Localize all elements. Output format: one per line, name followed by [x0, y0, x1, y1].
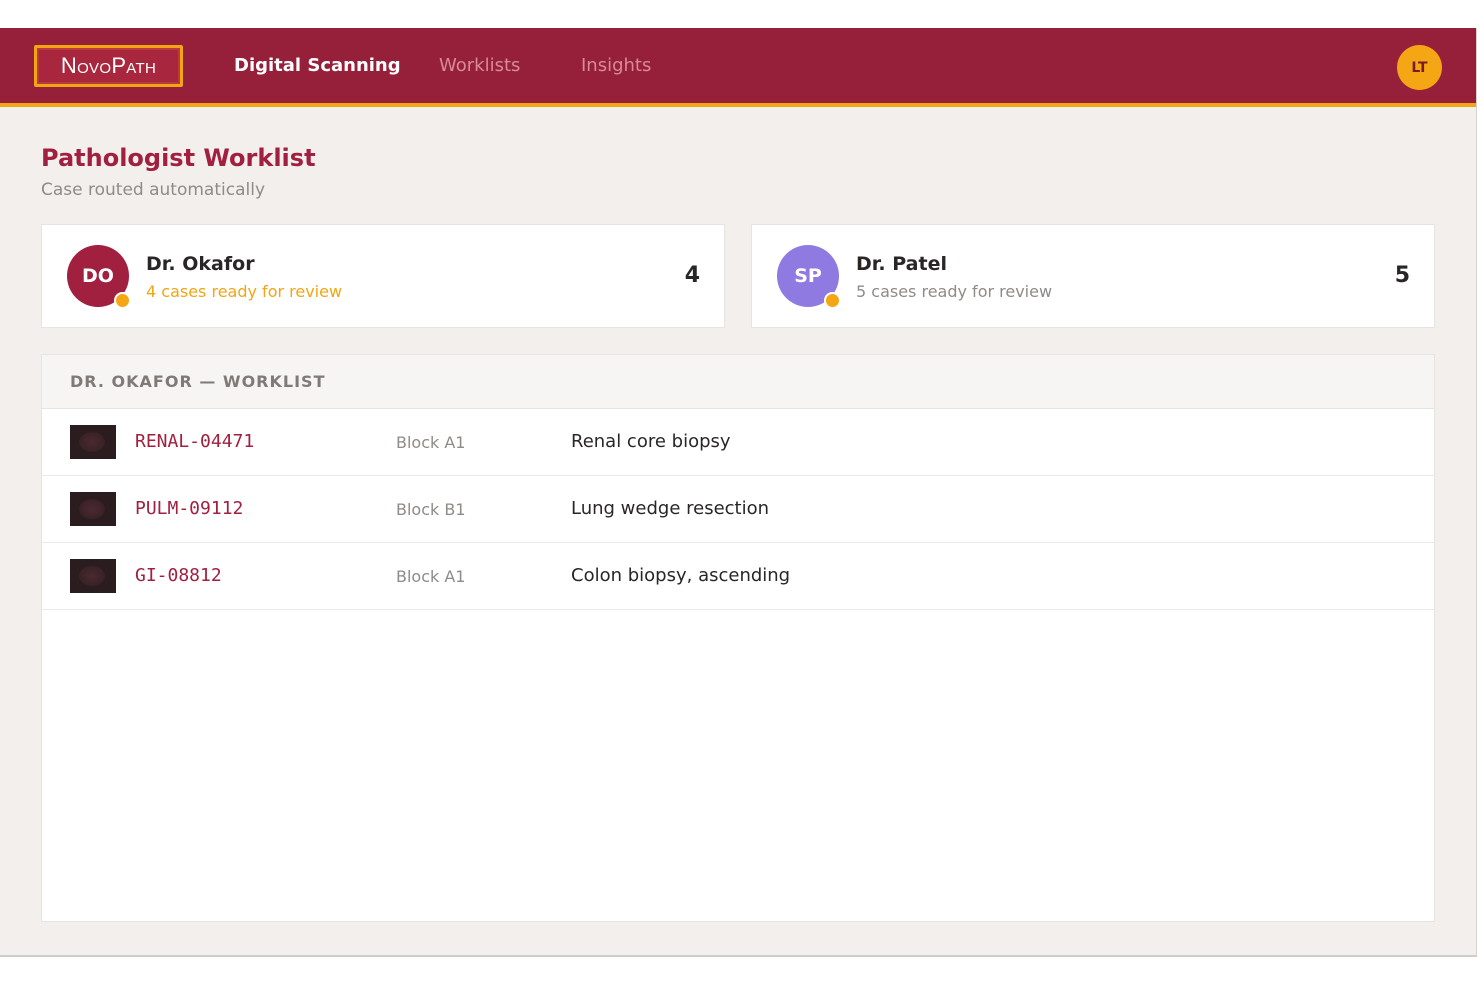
case-id-link[interactable]: GI-08812 — [135, 565, 222, 586]
case-count: 4 — [684, 263, 700, 288]
worklist-panel: DR. OKAFOR — WORKLIST RENAL-04471 Block … — [41, 354, 1435, 922]
logo-text: NovoPath — [60, 53, 157, 78]
pathologist-name: Dr. Okafor — [146, 253, 255, 275]
block-label: Block A1 — [396, 567, 466, 586]
pathologist-name: Dr. Patel — [856, 253, 947, 275]
pathologist-card-patel[interactable]: SP Dr. Patel 5 cases ready for review 5 — [751, 224, 1435, 328]
cases-ready-text: 4 cases ready for review — [146, 282, 343, 301]
page-subtitle: Case routed automatically — [41, 180, 266, 200]
top-navigation-bar: NovoPath Digital Scanning Worklists Insi… — [0, 28, 1476, 107]
novopath-logo[interactable]: NovoPath — [34, 45, 183, 87]
nav-insights[interactable]: Insights — [581, 55, 651, 77]
status-indicator-dot — [114, 292, 131, 309]
table-row[interactable]: PULM-09112 Block B1 Lung wedge resection — [42, 476, 1434, 543]
case-count: 5 — [1394, 263, 1410, 288]
slide-thumbnail[interactable] — [70, 425, 116, 459]
worklist-header: DR. OKAFOR — WORKLIST — [42, 355, 1434, 409]
nav-worklists[interactable]: Worklists — [439, 55, 520, 77]
table-row[interactable]: GI-08812 Block A1 Colon biopsy, ascendin… — [42, 543, 1434, 610]
case-description: Renal core biopsy — [571, 431, 731, 452]
table-row[interactable]: RENAL-04471 Block A1 Renal core biopsy — [42, 409, 1434, 476]
user-avatar[interactable]: LT — [1397, 45, 1442, 90]
app-window: NovoPath Digital Scanning Worklists Insi… — [0, 28, 1477, 957]
case-id-link[interactable]: PULM-09112 — [135, 498, 243, 519]
page-title: Pathologist Worklist — [41, 144, 316, 172]
pathologist-card-okafor[interactable]: DO Dr. Okafor 4 cases ready for review 4 — [41, 224, 725, 328]
slide-thumbnail[interactable] — [70, 492, 116, 526]
slide-thumbnail[interactable] — [70, 559, 116, 593]
nav-digital-scanning[interactable]: Digital Scanning — [234, 55, 401, 77]
case-description: Lung wedge resection — [571, 498, 770, 519]
cases-ready-text: 5 cases ready for review — [856, 282, 1053, 301]
case-description: Colon biopsy, ascending — [571, 565, 791, 586]
case-id-link[interactable]: RENAL-04471 — [135, 431, 254, 452]
block-label: Block B1 — [396, 500, 466, 519]
status-indicator-dot — [824, 292, 841, 309]
block-label: Block A1 — [396, 433, 466, 452]
